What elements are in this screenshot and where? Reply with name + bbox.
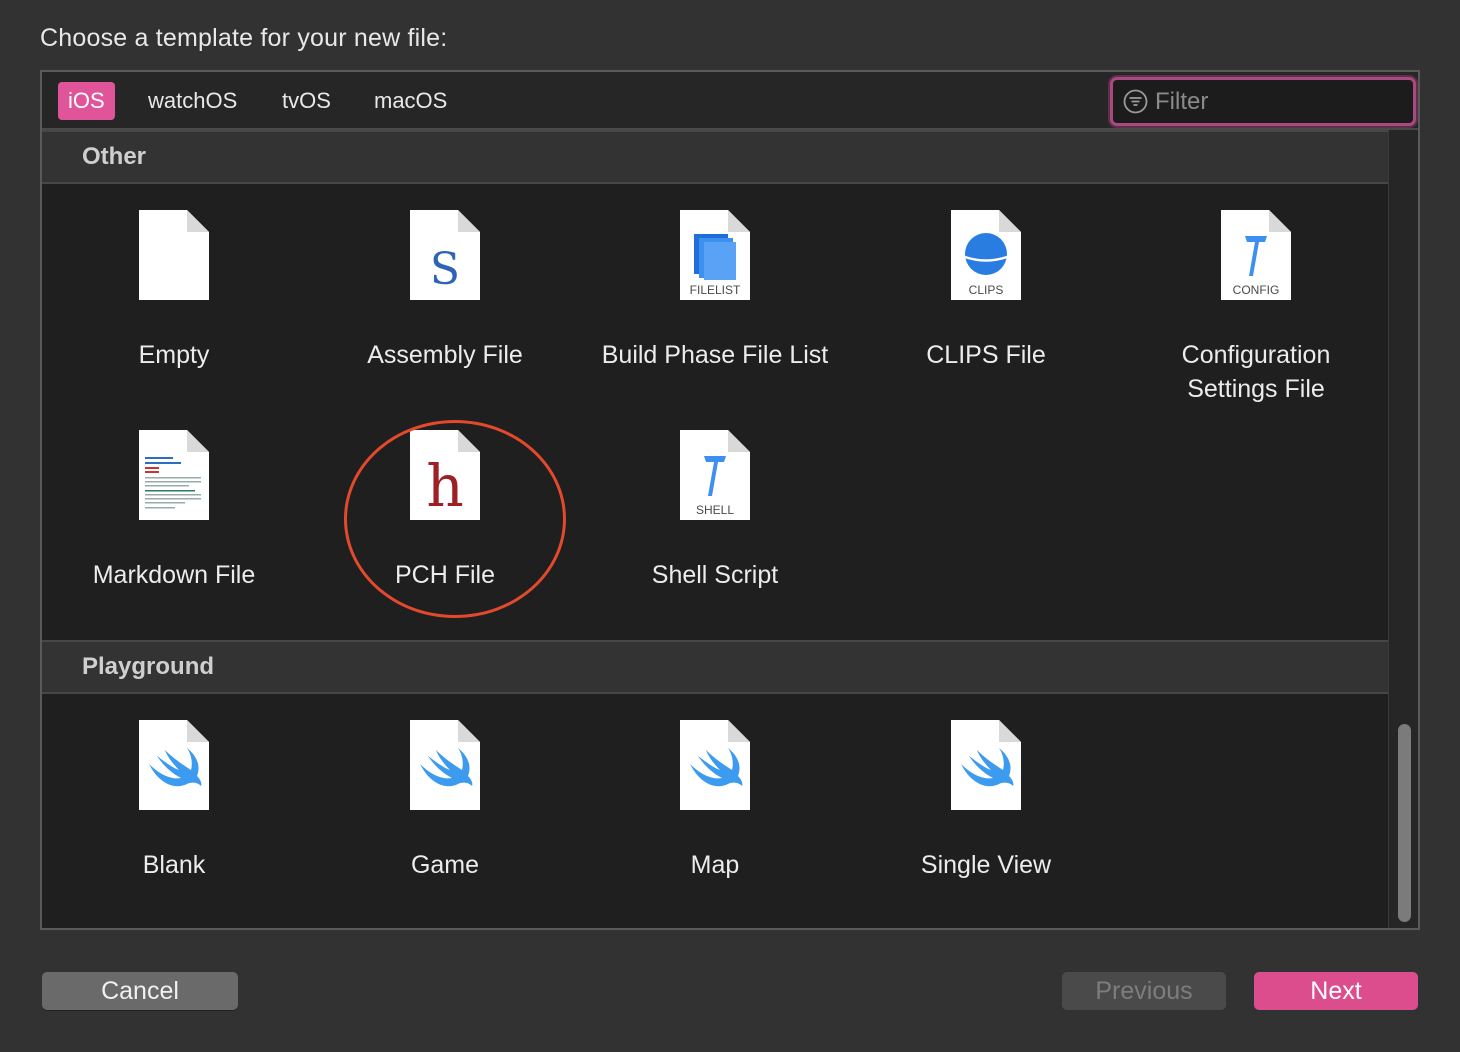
pch-file-icon: h (410, 430, 480, 520)
template-item-build-phase-file-list[interactable]: FILELIST Build Phase File List (595, 210, 835, 372)
template-item-label: CLIPS File (926, 341, 1046, 369)
template-item-single-view[interactable]: Single View (866, 720, 1106, 882)
swift-playground-icon (951, 720, 1021, 810)
template-item-label: Assembly File (367, 341, 523, 369)
template-item-label: PCH File (394, 561, 495, 589)
filter-field[interactable] (1110, 77, 1416, 126)
template-item-configuration-settings-file[interactable]: CONFIG Configuration Settings File (1136, 210, 1376, 406)
swift-playground-icon (410, 720, 480, 810)
section-header-playground: Playground (42, 640, 1388, 694)
tab-watchos[interactable]: watchOS (138, 82, 247, 120)
filelist-caption: FILELIST (690, 283, 741, 297)
template-item-label: Shell Script (651, 561, 779, 589)
template-item-clips-file[interactable]: CLIPS CLIPS File (866, 210, 1106, 372)
clips-file-icon: CLIPS (951, 210, 1021, 300)
shell-file-icon: SHELL (680, 430, 750, 520)
assembly-file-icon: S (410, 210, 480, 300)
template-list: Other Empty S Assembly File FILELIST Bui… (42, 130, 1388, 928)
swift-playground-icon (680, 720, 750, 810)
template-item-label: Build Phase File List (601, 341, 829, 369)
scrollbar-thumb[interactable] (1398, 724, 1411, 922)
empty-file-icon (139, 210, 209, 300)
template-item-blank[interactable]: Blank (54, 720, 294, 882)
dialog-prompt: Choose a template for your new file: (40, 24, 448, 52)
template-item-label: Map (690, 851, 740, 879)
template-item-markdown-file[interactable]: Markdown File (54, 430, 294, 592)
previous-button[interactable]: Previous (1062, 972, 1226, 1010)
template-item-pch-file[interactable]: h PCH File (325, 430, 565, 592)
section-header-other: Other (42, 130, 1388, 184)
swift-playground-icon (139, 720, 209, 810)
template-item-label: Empty (138, 341, 210, 369)
template-item-assembly-file[interactable]: S Assembly File (325, 210, 565, 372)
pch-glyph: h (426, 452, 463, 520)
template-item-label: Configuration Settings File (1181, 341, 1331, 403)
cancel-button[interactable]: Cancel (42, 972, 238, 1010)
template-item-label: Markdown File (92, 561, 256, 589)
template-panel: iOS watchOS tvOS macOS Other Empty (40, 70, 1420, 930)
assembly-glyph: S (430, 244, 460, 295)
shell-caption: SHELL (696, 503, 734, 517)
markdown-file-icon (139, 430, 209, 520)
tab-ios[interactable]: iOS (58, 82, 115, 120)
platform-tab-bar: iOS watchOS tvOS macOS (42, 72, 1418, 130)
filelist-file-icon: FILELIST (680, 210, 750, 300)
tab-tvos[interactable]: tvOS (272, 82, 341, 120)
template-item-shell-script[interactable]: SHELL Shell Script (595, 430, 835, 592)
config-caption: CONFIG (1233, 283, 1280, 297)
tab-macos[interactable]: macOS (364, 82, 457, 120)
template-item-label: Single View (920, 851, 1052, 879)
filter-input[interactable] (1155, 84, 1405, 120)
template-item-empty[interactable]: Empty (54, 210, 294, 372)
clips-caption: CLIPS (969, 283, 1004, 297)
config-file-icon: CONFIG (1221, 210, 1291, 300)
template-item-label: Blank (142, 851, 206, 879)
template-item-map[interactable]: Map (595, 720, 835, 882)
template-item-game[interactable]: Game (325, 720, 565, 882)
filter-icon (1123, 89, 1148, 114)
template-item-label: Game (410, 851, 480, 879)
next-button[interactable]: Next (1254, 972, 1418, 1010)
vertical-scrollbar[interactable] (1388, 130, 1418, 928)
